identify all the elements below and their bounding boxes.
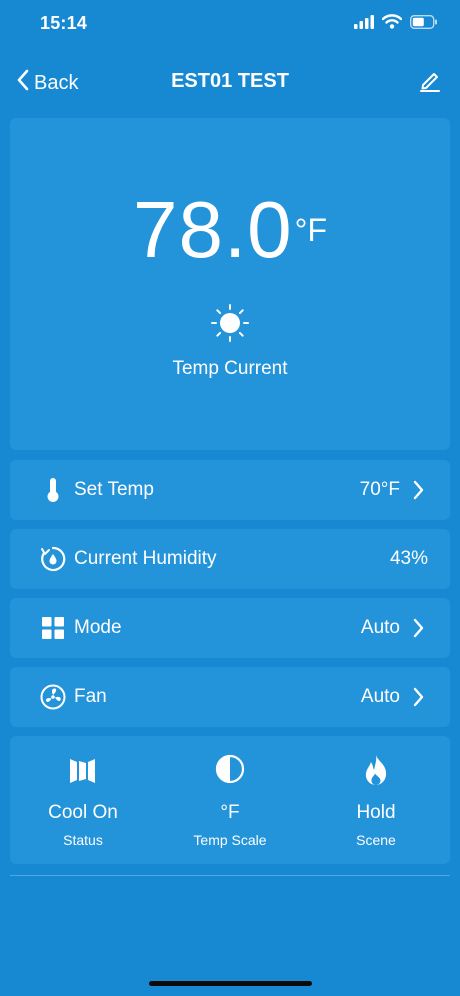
edit-button[interactable] (418, 68, 442, 97)
grid-icon (40, 615, 66, 641)
wifi-icon (381, 14, 403, 34)
cool-panel-icon (68, 754, 98, 789)
current-temp-card: 78.0 °F Temp Current (10, 118, 450, 450)
humidity-icon (40, 546, 66, 572)
humidity-value: 43% (389, 548, 428, 569)
sun-icon (210, 303, 250, 348)
flame-icon (361, 754, 391, 791)
status-column[interactable]: Cool On Status (10, 736, 156, 864)
nav-bar: Back EST01 TEST (0, 58, 460, 106)
set-temp-row[interactable]: Set Temp 70°F (10, 460, 450, 520)
status-time: 15:14 (40, 13, 88, 33)
temp-scale-value: °F (220, 802, 240, 823)
mode-row[interactable]: Mode Auto (10, 598, 450, 658)
current-temp-value: 78.0 (132, 185, 293, 274)
scene-column[interactable]: Hold Scene (303, 736, 449, 864)
mode-label: Mode (74, 617, 122, 638)
fan-label: Fan (74, 686, 107, 707)
set-temp-label: Set Temp (74, 479, 154, 500)
home-indicator[interactable] (149, 981, 312, 986)
chevron-right-icon (408, 618, 428, 638)
pencil-icon (418, 73, 442, 96)
humidity-row: Current Humidity 43% (10, 529, 450, 589)
fan-icon (40, 684, 66, 710)
fan-value: Auto (360, 686, 400, 707)
temp-scale-label: Temp Scale (193, 832, 267, 848)
set-temp-value: 70°F (359, 479, 400, 500)
chevron-right-icon (408, 687, 428, 707)
fan-row[interactable]: Fan Auto (10, 667, 450, 727)
page-title: EST01 TEST (171, 70, 289, 92)
mode-value: Auto (360, 617, 400, 638)
temp-scale-column[interactable]: °F Temp Scale (157, 736, 303, 864)
signal-icon (354, 14, 374, 34)
thermometer-icon (40, 477, 66, 503)
scene-value: Hold (356, 802, 396, 823)
current-temp-unit: °F (294, 212, 328, 248)
temp-readout: 78.0 °F (10, 190, 450, 270)
battery-icon (409, 14, 438, 34)
status-panel: Cool On Status °F Temp Scale Hold Scene (10, 736, 450, 864)
status-value: Cool On (48, 802, 118, 823)
chevron-right-icon (408, 480, 428, 500)
divider (10, 875, 450, 876)
scene-label: Scene (356, 832, 396, 848)
status-label: Status (63, 832, 103, 848)
temp-current-label: Temp Current (172, 358, 288, 379)
status-icons (354, 14, 438, 34)
half-circle-icon (215, 754, 245, 789)
status-bar: 15:14 (0, 0, 460, 50)
humidity-label: Current Humidity (74, 548, 217, 569)
